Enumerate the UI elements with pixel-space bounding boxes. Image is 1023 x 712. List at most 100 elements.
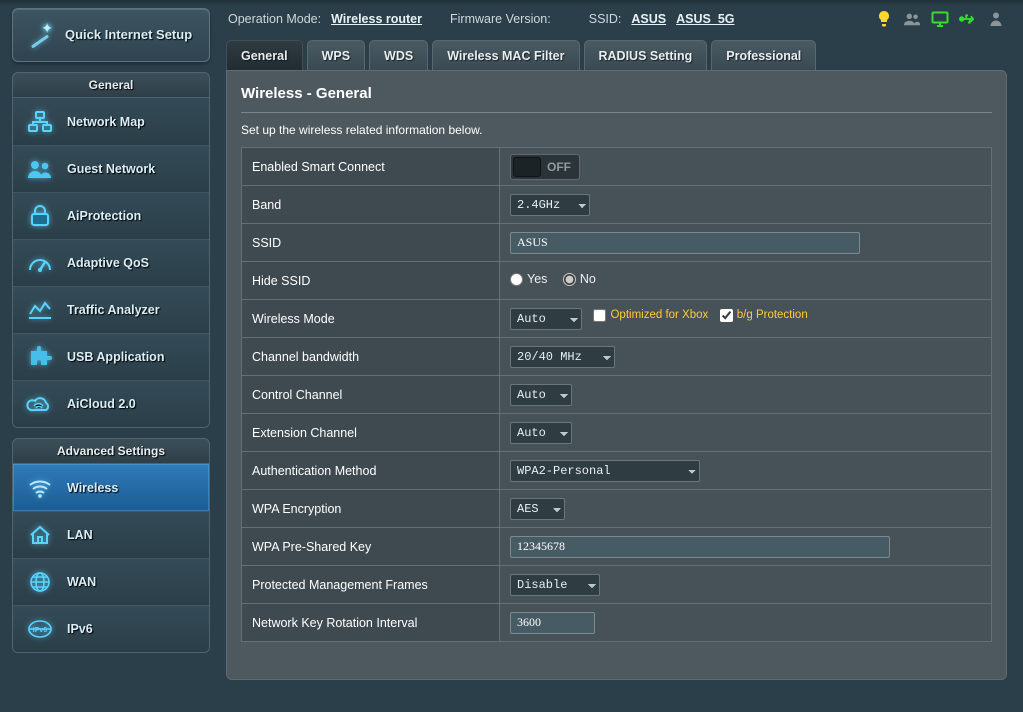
pmf-select[interactable]: Disable [510,574,600,596]
ssid-label: SSID: [589,12,622,26]
row-pmf: Protected Management Frames Disable [242,566,992,604]
sidebar-general-menu: Network Map Guest Network AiProtection A… [12,98,210,428]
sidebar-item-label: AiProtection [67,209,141,223]
monitor-icon[interactable] [931,10,949,28]
wireless-mode-select[interactable]: Auto [510,308,582,330]
row-hide-ssid: Hide SSID Yes No [242,262,992,300]
band-select[interactable]: 2.4GHz [510,194,590,216]
ssid-1-link[interactable]: ASUS [631,12,666,26]
firmware-version-label: Firmware Version: [450,12,551,26]
users-icon[interactable] [903,10,921,28]
sidebar-item-label: IPv6 [67,622,93,636]
row-smart-connect: Enabled Smart Connect OFF [242,148,992,186]
gauge-icon [25,249,55,277]
label-band: Band [242,186,500,224]
label-pmf: Protected Management Frames [242,566,500,604]
top-info-bar: Operation Mode: Wireless router Firmware… [226,8,1007,30]
label-control-channel: Control Channel [242,376,500,414]
sidebar-section-advanced: Advanced Settings [12,438,210,464]
toggle-state: OFF [547,160,571,174]
sidebar-item-ipv6[interactable]: IPv6 IPv6 [13,605,209,652]
network-map-icon [25,108,55,136]
row-ssid: SSID [242,224,992,262]
quick-internet-setup-button[interactable]: Quick Internet Setup [12,8,210,62]
house-icon [25,521,55,549]
label-extension-channel: Extension Channel [242,414,500,452]
tab-mac-filter[interactable]: Wireless MAC Filter [432,40,579,70]
hide-ssid-no[interactable]: No [563,272,596,286]
control-channel-select[interactable]: Auto [510,384,572,406]
settings-table: Enabled Smart Connect OFF Band 2.4GHz SS… [241,147,992,642]
sidebar-item-traffic-analyzer[interactable]: Traffic Analyzer [13,286,209,333]
tab-general[interactable]: General [226,40,303,70]
row-bandwidth: Channel bandwidth 20/40 MHz [242,338,992,376]
sidebar-item-wan[interactable]: WAN [13,558,209,605]
operation-mode-value[interactable]: Wireless router [331,12,422,26]
bulb-icon[interactable] [875,10,893,28]
row-wireless-mode: Wireless Mode Auto Optimized for Xbox b/… [242,300,992,338]
puzzle-icon [25,343,55,371]
usb-icon[interactable] [959,10,977,28]
ssid-2-link[interactable]: ASUS_5G [676,12,734,26]
label-auth: Authentication Method [242,452,500,490]
row-control-channel: Control Channel Auto [242,376,992,414]
label-psk: WPA Pre-Shared Key [242,528,500,566]
lock-icon [25,202,55,230]
sidebar-item-usb-application[interactable]: USB Application [13,333,209,380]
label-wireless-mode: Wireless Mode [242,300,500,338]
label-bandwidth: Channel bandwidth [242,338,500,376]
bg-protection-checkbox[interactable]: b/g Protection [720,309,808,322]
row-encryption: WPA Encryption AES [242,490,992,528]
guest-network-icon [25,155,55,183]
ssid-input[interactable] [510,232,860,254]
bandwidth-select[interactable]: 20/40 MHz [510,346,615,368]
label-smart-connect: Enabled Smart Connect [242,148,500,186]
toggle-knob [513,157,541,177]
wand-icon [25,21,55,49]
row-psk: WPA Pre-Shared Key [242,528,992,566]
sidebar-item-label: Guest Network [67,162,155,176]
tab-wps[interactable]: WPS [307,40,365,70]
tab-radius[interactable]: RADIUS Setting [584,40,708,70]
row-auth: Authentication Method WPA2-Personal [242,452,992,490]
sidebar-item-label: Traffic Analyzer [67,303,160,317]
divider [241,112,992,113]
globe-icon [25,568,55,596]
rekey-input[interactable] [510,612,595,634]
auth-select[interactable]: WPA2-Personal [510,460,700,482]
optimized-xbox-checkbox[interactable]: Optimized for Xbox [593,309,708,322]
label-encryption: WPA Encryption [242,490,500,528]
operation-mode-label: Operation Mode: [228,12,321,26]
tab-professional[interactable]: Professional [711,40,816,70]
row-rekey: Network Key Rotation Interval [242,604,992,642]
sidebar-item-aicloud[interactable]: AiCloud 2.0 [13,380,209,427]
tab-strip: General WPS WDS Wireless MAC Filter RADI… [226,40,1007,70]
tab-wds[interactable]: WDS [369,40,428,70]
encryption-select[interactable]: AES [510,498,565,520]
hide-ssid-yes[interactable]: Yes [510,272,547,286]
psk-input[interactable] [510,536,890,558]
smart-connect-toggle[interactable]: OFF [510,154,580,180]
tab-panel: Wireless - General Set up the wireless r… [226,70,1007,680]
label-ssid: SSID [242,224,500,262]
sidebar-item-adaptive-qos[interactable]: Adaptive QoS [13,239,209,286]
sidebar-item-label: AiCloud 2.0 [67,397,136,411]
label-rekey: Network Key Rotation Interval [242,604,500,642]
panel-title: Wireless - General [241,85,992,108]
sidebar-item-aiprotection[interactable]: AiProtection [13,192,209,239]
row-extension-channel: Extension Channel Auto [242,414,992,452]
ipv6-icon: IPv6 [25,615,55,643]
sidebar-item-network-map[interactable]: Network Map [13,98,209,145]
panel-description: Set up the wireless related information … [241,123,992,137]
sidebar-advanced-menu: Wireless LAN WAN IPv6 IPv6 [12,464,210,653]
sidebar-item-lan[interactable]: LAN [13,511,209,558]
chart-icon [25,296,55,324]
extension-channel-select[interactable]: Auto [510,422,572,444]
row-band: Band 2.4GHz [242,186,992,224]
label-hide-ssid: Hide SSID [242,262,500,300]
person-icon[interactable] [987,10,1005,28]
sidebar-item-guest-network[interactable]: Guest Network [13,145,209,192]
sidebar-item-label: USB Application [67,350,164,364]
sidebar-item-wireless[interactable]: Wireless [13,464,209,511]
sidebar-item-label: WAN [67,575,96,589]
